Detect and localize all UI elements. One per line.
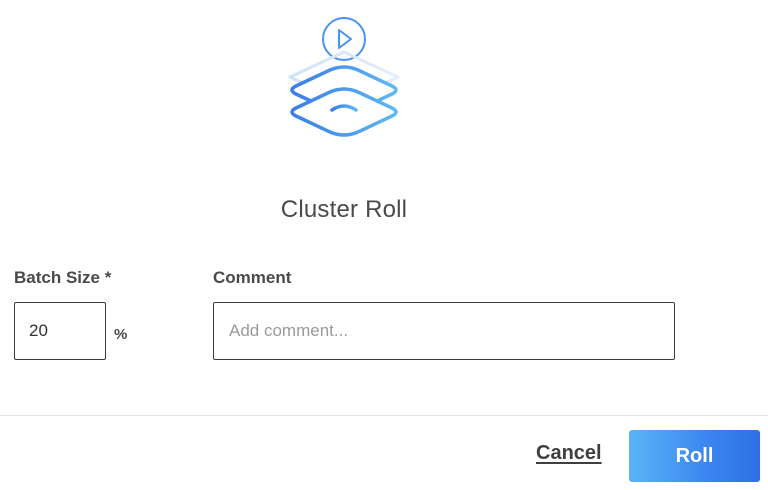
layers-play-icon bbox=[280, 12, 408, 160]
batch-size-input[interactable] bbox=[14, 302, 106, 360]
comment-label: Comment bbox=[213, 268, 292, 287]
dialog-title: Cluster Roll bbox=[280, 196, 408, 223]
roll-button[interactable]: Roll bbox=[629, 430, 760, 482]
batch-size-unit: % bbox=[114, 326, 128, 343]
cluster-roll-dialog: Cluster Roll Batch Size * Comment % Canc… bbox=[0, 0, 768, 490]
cancel-button[interactable]: Cancel bbox=[536, 442, 602, 465]
batch-size-label: Batch Size * bbox=[14, 268, 112, 287]
footer-divider bbox=[0, 415, 768, 416]
comment-input[interactable] bbox=[213, 302, 675, 360]
